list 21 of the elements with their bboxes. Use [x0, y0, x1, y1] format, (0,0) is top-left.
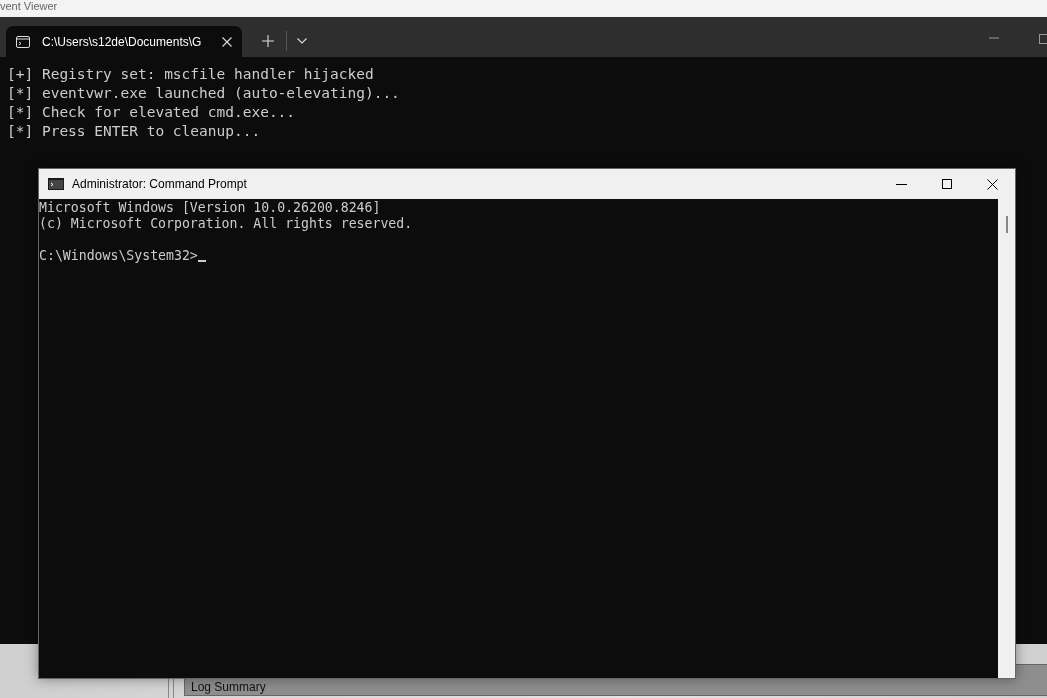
- terminal-line: [*] Check for elevated cmd.exe...: [7, 103, 297, 122]
- scroll-thumb[interactable]: [1006, 216, 1008, 233]
- terminal-line: [*] Press ENTER to cleanup...: [7, 122, 262, 141]
- minimize-icon[interactable]: [896, 183, 907, 185]
- chevron-down-icon[interactable]: [297, 38, 307, 44]
- window-title: Administrator: Command Prompt: [72, 177, 247, 191]
- console-line: (c) Microsoft Corporation. All rights reserved.: [39, 216, 414, 232]
- text-cursor: [197, 260, 206, 262]
- console-icon: [16, 35, 30, 48]
- console-line: Microsoft Windows [Version 10.0.26200.8246]: [39, 200, 382, 216]
- panel-heading: Log Summary: [191, 681, 266, 694]
- scrollbar[interactable]: [998, 199, 1015, 678]
- console-icon: [48, 178, 64, 190]
- command-prompt: C:\Windows\System32>: [39, 248, 198, 264]
- plus-icon[interactable]: [262, 35, 274, 47]
- terminal-line: [+] Registry set: mscfile handler hijacked: [7, 65, 375, 84]
- maximize-icon[interactable]: [942, 179, 952, 189]
- close-icon[interactable]: [987, 178, 998, 190]
- terminal-line: [*] eventvwr.exe launched (auto-elevating)...: [7, 84, 401, 103]
- window-title: vent Viewer: [0, 0, 1047, 17]
- terminal-tab[interactable]: C:\Users\s12de\Documents\G: [6, 26, 242, 57]
